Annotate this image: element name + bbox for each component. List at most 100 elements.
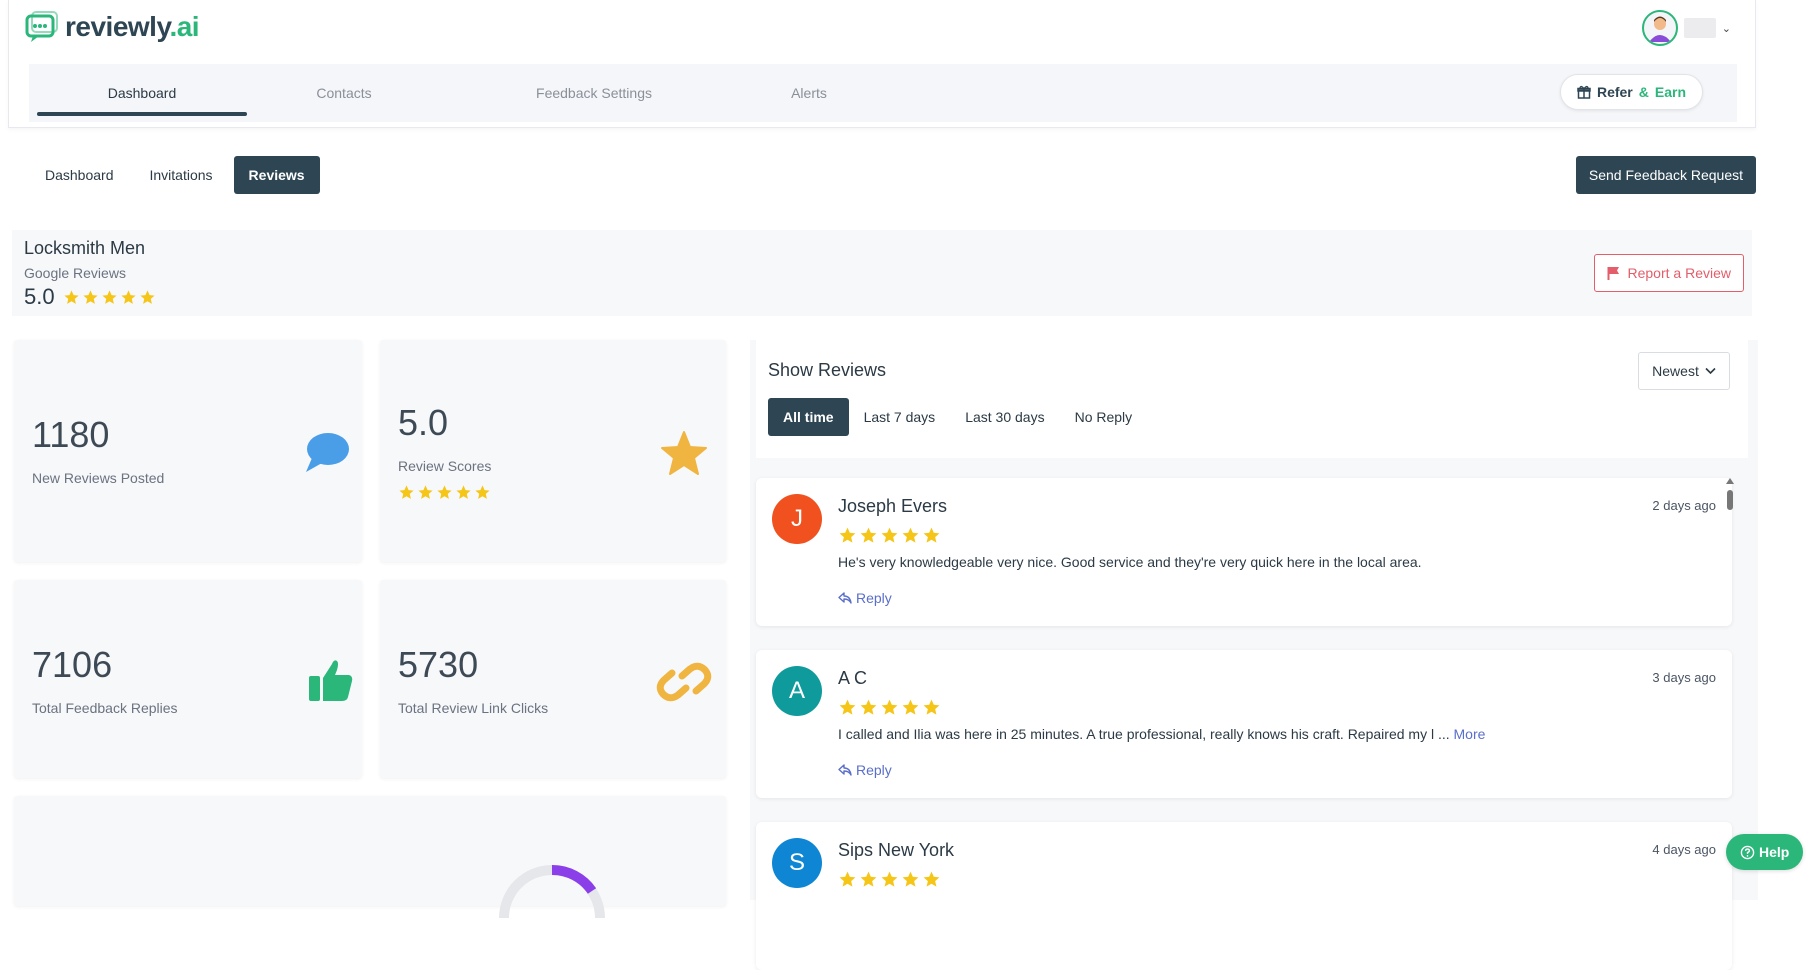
- star-icon: [399, 485, 414, 499]
- review-date: 2 days ago: [1652, 498, 1716, 513]
- user-menu[interactable]: ⌄: [1641, 10, 1731, 46]
- business-stars: [63, 289, 156, 306]
- star-icon: [418, 485, 433, 499]
- reviewer-name: Sips New York: [838, 840, 955, 860]
- scrollbar[interactable]: [1726, 478, 1734, 518]
- filter-no-reply[interactable]: No Reply: [1060, 398, 1148, 436]
- stat-card-new-reviews: 1180 New Reviews Posted: [14, 340, 362, 562]
- star-icon: [839, 871, 856, 887]
- user-avatar[interactable]: [1641, 10, 1678, 46]
- stat-label: Review Scores: [398, 458, 492, 474]
- subtab-reviews[interactable]: Reviews: [233, 156, 320, 194]
- star-icon: [437, 485, 452, 499]
- stat-label: Total Feedback Replies: [32, 700, 178, 716]
- report-review-button[interactable]: Report a Review: [1593, 254, 1744, 292]
- star-icon: [839, 527, 856, 543]
- star-icon: [902, 699, 919, 715]
- refer-earn-button[interactable]: Refer & Earn: [1559, 74, 1703, 110]
- chevron-down-icon: [1705, 367, 1716, 375]
- subtab-dashboard[interactable]: Dashboard: [30, 156, 129, 194]
- tab-alerts[interactable]: Alerts: [729, 64, 889, 122]
- review-text-body: He's very knowledgeable very nice. Good …: [838, 554, 1422, 570]
- refer-label: Refer: [1596, 84, 1633, 100]
- reviewer-name: A C: [838, 668, 868, 688]
- review-text: I called and Ilia was here in 25 minutes…: [838, 726, 1485, 742]
- sort-value: Newest: [1652, 363, 1699, 379]
- user-avatar-icon: [1648, 16, 1671, 42]
- reply-button[interactable]: Reply: [838, 590, 892, 606]
- help-button[interactable]: Help: [1726, 834, 1804, 870]
- tab-contacts[interactable]: Contacts: [259, 64, 429, 122]
- gift-icon: [1577, 85, 1591, 99]
- star-icon: [860, 871, 877, 887]
- star-icon: [661, 431, 707, 475]
- chart-card: [14, 796, 726, 918]
- star-icon: [881, 527, 898, 543]
- brand-name: reviewly.ai: [65, 11, 200, 42]
- business-score: 5.0: [24, 284, 156, 310]
- report-review-label: Report a Review: [1627, 265, 1732, 281]
- reviewer-avatar: J: [772, 494, 822, 544]
- filter-last-7-days[interactable]: Last 7 days: [849, 398, 951, 436]
- main-nav: Dashboard Contacts Feedback Settings Ale…: [29, 64, 1737, 122]
- review-text: He's very knowledgeable very nice. Good …: [838, 554, 1422, 570]
- top-header: reviewly.ai ⌄ Dashboard Contacts Feedbac…: [8, 0, 1756, 128]
- review-card: J Joseph Evers 2 days ago He's very know…: [756, 478, 1732, 626]
- review-text-body: I called and Ilia was here in 25 minutes…: [838, 726, 1450, 742]
- star-icon: [83, 289, 98, 304]
- business-summary: Locksmith Men Google Reviews 5.0 Report …: [12, 230, 1752, 316]
- flag-icon: [1607, 267, 1619, 280]
- business-source: Google Reviews: [24, 265, 126, 281]
- review-card: A A C 3 days ago I called and Ilia was h…: [756, 650, 1732, 798]
- review-score-stars: [398, 484, 491, 501]
- subtab-invitations[interactable]: Invitations: [135, 156, 228, 194]
- tab-dashboard[interactable]: Dashboard: [37, 64, 247, 122]
- reply-button[interactable]: Reply: [838, 762, 892, 778]
- star-icon: [839, 699, 856, 715]
- refer-earn-label: Earn: [1654, 84, 1686, 100]
- filter-last-30-days[interactable]: Last 30 days: [950, 398, 1059, 436]
- reviewer-avatar: S: [772, 838, 822, 888]
- reviewer-avatar: A: [772, 666, 822, 716]
- chevron-down-icon[interactable]: ⌄: [1722, 22, 1731, 35]
- donut-chart-partial: [499, 864, 605, 918]
- reviews-panel-header: Show Reviews Newest All time Last 7 days…: [756, 340, 1748, 458]
- business-name: Locksmith Men: [24, 238, 146, 258]
- review-stars: [838, 870, 941, 889]
- stat-value: 1180: [32, 414, 110, 455]
- stat-value: 5.0: [398, 402, 449, 443]
- star-icon: [121, 289, 136, 304]
- more-link[interactable]: More: [1454, 726, 1486, 742]
- reviews-panel: Show Reviews Newest All time Last 7 days…: [750, 340, 1758, 970]
- review-date: 3 days ago: [1652, 670, 1716, 685]
- user-name-placeholder: [1683, 18, 1716, 38]
- stat-card-feedback-replies: 7106 Total Feedback Replies: [14, 580, 362, 778]
- sort-dropdown[interactable]: Newest: [1638, 352, 1730, 390]
- send-feedback-request-button[interactable]: Send Feedback Request: [1575, 156, 1756, 194]
- star-icon: [475, 485, 490, 499]
- stat-label: Total Review Link Clicks: [398, 700, 549, 716]
- chat-logo-icon: [25, 11, 58, 42]
- star-icon: [860, 527, 877, 543]
- stat-card-link-clicks: 5730 Total Review Link Clicks: [380, 580, 726, 778]
- refer-amp: &: [1638, 84, 1649, 100]
- business-score-value: 5.0: [24, 284, 55, 309]
- link-icon: [656, 662, 712, 702]
- review-stars: [838, 526, 941, 545]
- star-icon: [923, 699, 940, 715]
- star-icon: [140, 289, 155, 304]
- tab-feedback-settings[interactable]: Feedback Settings: [489, 64, 699, 122]
- brand-logo[interactable]: reviewly.ai: [25, 10, 200, 44]
- reviewer-name: Joseph Evers: [838, 496, 948, 516]
- review-date: 4 days ago: [1652, 842, 1716, 857]
- filter-all-time[interactable]: All time: [768, 398, 849, 436]
- star-icon: [923, 871, 940, 887]
- reply-label: Reply: [856, 762, 892, 778]
- star-icon: [456, 485, 471, 499]
- stat-value: 7106: [32, 644, 113, 685]
- star-icon: [923, 527, 940, 543]
- review-filters: All time Last 7 days Last 30 days No Rep…: [768, 398, 1147, 436]
- help-label: Help: [1759, 844, 1790, 860]
- reply-label: Reply: [856, 590, 892, 606]
- star-icon: [881, 871, 898, 887]
